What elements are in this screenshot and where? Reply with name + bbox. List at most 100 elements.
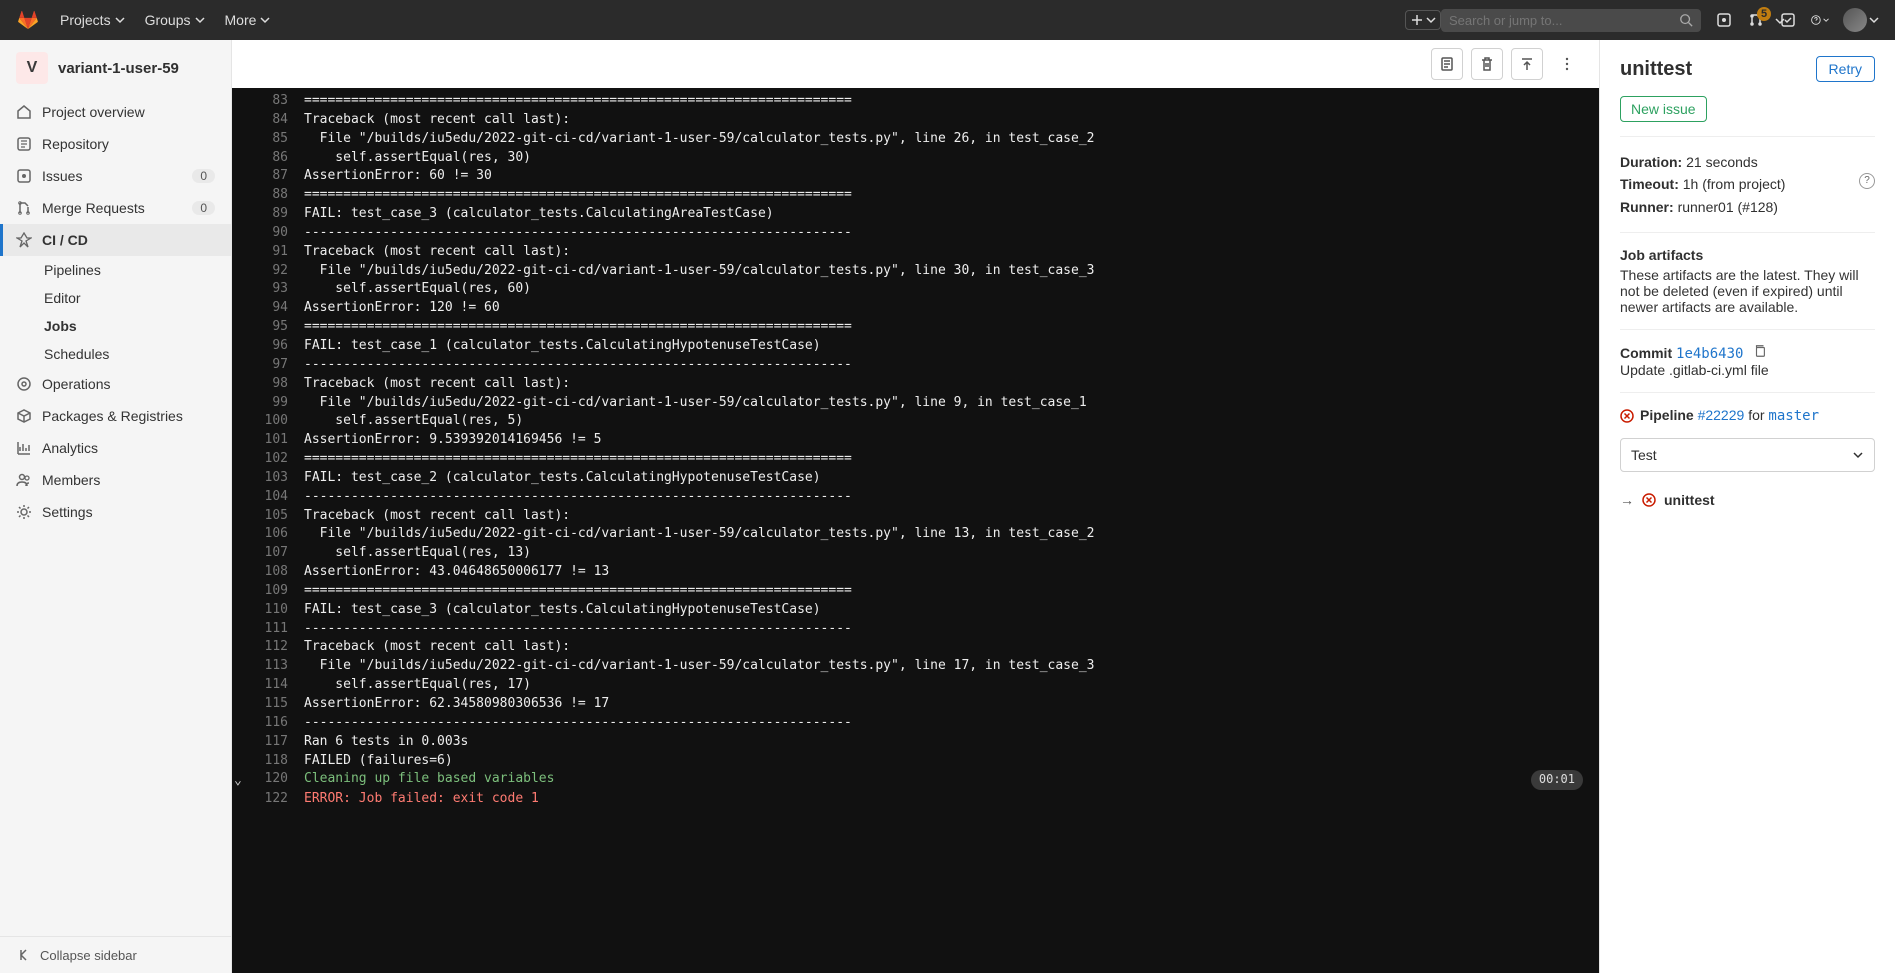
log-line: 103FAIL: test_case_2 (calculator_tests.C… — [248, 469, 1583, 488]
commit-hash[interactable]: 1e4b6430 — [1676, 346, 1743, 362]
sidebar-item-members[interactable]: Members — [0, 464, 231, 496]
job-commit: Commit 1e4b6430 Update .gitlab-ci.yml fi… — [1620, 344, 1875, 378]
log-line: 108AssertionError: 43.04648650006177 != … — [248, 563, 1583, 582]
log-line: 110FAIL: test_case_3 (calculator_tests.C… — [248, 601, 1583, 620]
sidebar-icon — [16, 376, 32, 392]
erase-log-button[interactable] — [1471, 48, 1503, 80]
sidebar-project[interactable]: V variant-1-user-59 — [0, 40, 231, 96]
job-pipeline: Pipeline #22229 for master — [1620, 407, 1875, 424]
help-icon[interactable] — [1811, 11, 1829, 29]
more-actions-button[interactable] — [1551, 48, 1583, 80]
branch-link[interactable]: master — [1768, 408, 1819, 424]
log-line: 94AssertionError: 120 != 60 — [248, 299, 1583, 318]
job-details-sidebar: unittest Retry New issue Duration: 21 se… — [1599, 40, 1895, 973]
job-toolbar — [232, 40, 1599, 88]
sidebar-item-analytics[interactable]: Analytics — [0, 432, 231, 464]
mr-count-badge: 5 — [1757, 7, 1771, 21]
sidebar-icon — [16, 136, 32, 152]
sidebar-item-settings[interactable]: Settings — [0, 496, 231, 528]
chevron-down-icon — [1852, 449, 1864, 461]
sidebar-icon — [16, 472, 32, 488]
sidebar-icon — [16, 440, 32, 456]
log-line: 109=====================================… — [248, 582, 1583, 601]
retry-button[interactable]: Retry — [1816, 56, 1875, 82]
log-line: 83======================================… — [248, 92, 1583, 111]
gitlab-logo-icon[interactable] — [16, 8, 40, 32]
new-issue-button[interactable]: New issue — [1620, 96, 1707, 122]
search-icon — [1679, 13, 1693, 27]
sidebar-sub-schedules[interactable]: Schedules — [44, 340, 231, 368]
job-link[interactable]: → unittest — [1620, 486, 1875, 508]
sidebar-item-repository[interactable]: Repository — [0, 128, 231, 160]
log-line: 97--------------------------------------… — [248, 356, 1583, 375]
chevron-left-icon — [16, 947, 32, 963]
log-line: 111-------------------------------------… — [248, 620, 1583, 639]
section-duration: 00:01 — [1531, 770, 1583, 789]
job-artifacts: Job artifacts These artifacts are the la… — [1620, 247, 1875, 315]
log-line: 117Ran 6 tests in 0.003s — [248, 733, 1583, 752]
global-search[interactable] — [1441, 9, 1701, 32]
sidebar-icon — [16, 232, 32, 248]
stage-select[interactable]: Test — [1620, 438, 1875, 472]
copy-icon[interactable] — [1753, 344, 1767, 358]
topbar-nav: Projects Groups More — [52, 6, 278, 34]
sidebar-item-packages-registries[interactable]: Packages & Registries — [0, 400, 231, 432]
project-name: variant-1-user-59 — [58, 60, 179, 77]
failed-status-icon — [1620, 409, 1634, 423]
nav-more[interactable]: More — [217, 6, 279, 34]
issues-icon[interactable] — [1715, 11, 1733, 29]
sidebar-sub-editor[interactable]: Editor — [44, 284, 231, 312]
new-dropdown-button[interactable] — [1405, 10, 1441, 30]
log-line: 88======================================… — [248, 186, 1583, 205]
sidebar-icon — [16, 200, 32, 216]
sidebar-item-operations[interactable]: Operations — [0, 368, 231, 400]
log-line: 95======================================… — [248, 318, 1583, 337]
arrow-right-icon: → — [1620, 492, 1634, 508]
nav-projects[interactable]: Projects — [52, 6, 133, 34]
search-input[interactable] — [1449, 13, 1673, 28]
job-log[interactable]: 83======================================… — [232, 88, 1599, 973]
avatar — [1843, 8, 1867, 32]
log-line: 113 File "/builds/iu5edu/2022-git-ci-cd/… — [248, 657, 1583, 676]
sidebar-sub-jobs[interactable]: Jobs — [44, 312, 231, 340]
log-line: 89FAIL: test_case_3 (calculator_tests.Ca… — [248, 205, 1583, 224]
sidebar-icon — [16, 168, 32, 184]
log-line: 91Traceback (most recent call last): — [248, 243, 1583, 262]
log-line: 115AssertionError: 62.34580980306536 != … — [248, 695, 1583, 714]
scroll-top-button[interactable] — [1511, 48, 1543, 80]
failed-status-icon — [1642, 493, 1656, 507]
help-icon[interactable]: ? — [1859, 173, 1875, 189]
log-line: 106 File "/builds/iu5edu/2022-git-ci-cd/… — [248, 525, 1583, 544]
user-menu[interactable] — [1843, 8, 1879, 32]
sidebar-sub-pipelines[interactable]: Pipelines — [44, 256, 231, 284]
sidebar-item-ci-cd[interactable]: CI / CD — [0, 224, 231, 256]
topbar-right-icons: 5 — [1715, 8, 1879, 32]
collapse-sidebar[interactable]: Collapse sidebar — [0, 936, 231, 973]
log-line: 93 self.assertEqual(res, 60) — [248, 280, 1583, 299]
log-line: 102=====================================… — [248, 450, 1583, 469]
todos-icon[interactable] — [1779, 11, 1797, 29]
pipeline-link[interactable]: #22229 — [1698, 407, 1745, 423]
log-line: 118FAILED (failures=6) — [248, 752, 1583, 771]
job-meta: Duration: 21 seconds Timeout: 1h (from p… — [1620, 151, 1875, 218]
log-line: 86 self.assertEqual(res, 30) — [248, 149, 1583, 168]
sidebar-icon — [16, 104, 32, 120]
log-line: 104-------------------------------------… — [248, 488, 1583, 507]
nav-groups[interactable]: Groups — [137, 6, 213, 34]
topbar: Projects Groups More 5 — [0, 0, 1895, 40]
log-line: 112Traceback (most recent call last): — [248, 638, 1583, 657]
sidebar-item-merge-requests[interactable]: Merge Requests0 — [0, 192, 231, 224]
log-line: 101AssertionError: 9.539392014169456 != … — [248, 431, 1583, 450]
raw-log-button[interactable] — [1431, 48, 1463, 80]
log-line: 90--------------------------------------… — [248, 224, 1583, 243]
merge-requests-icon[interactable]: 5 — [1747, 11, 1765, 29]
log-line: 92 File "/builds/iu5edu/2022-git-ci-cd/v… — [248, 262, 1583, 281]
project-avatar: V — [16, 52, 48, 84]
sidebar-item-issues[interactable]: Issues0 — [0, 160, 231, 192]
log-line: 96FAIL: test_case_1 (calculator_tests.Ca… — [248, 337, 1583, 356]
log-line: 87AssertionError: 60 != 30 — [248, 167, 1583, 186]
log-line: 116-------------------------------------… — [248, 714, 1583, 733]
job-title: unittest — [1620, 58, 1692, 81]
chevron-down-icon[interactable]: ⌄ — [234, 772, 242, 791]
sidebar-item-project-overview[interactable]: Project overview — [0, 96, 231, 128]
